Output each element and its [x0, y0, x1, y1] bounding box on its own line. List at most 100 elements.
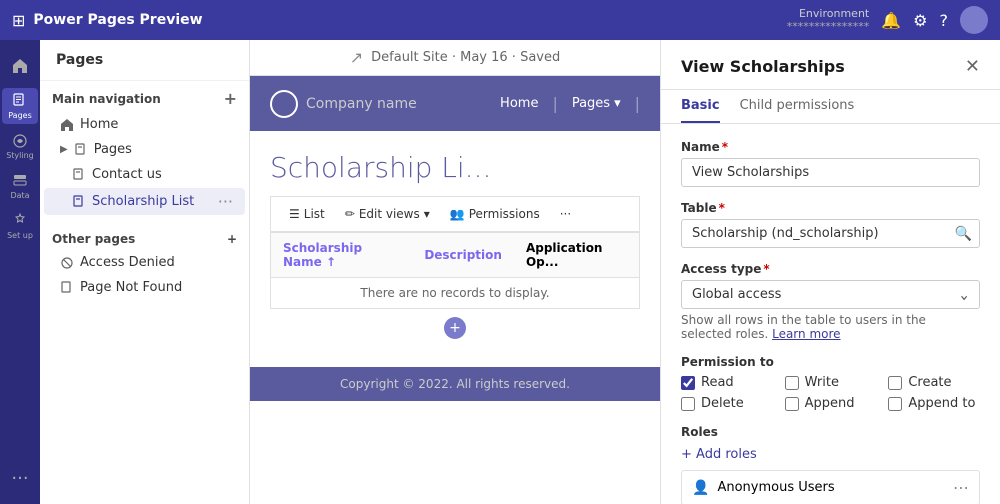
col-description[interactable]: Description — [412, 233, 514, 278]
table-label: Table * — [681, 201, 980, 215]
edit-views-icon: ✏ — [345, 207, 355, 221]
add-roles-btn[interactable]: + Add roles — [681, 447, 757, 462]
panel-title: View Scholarships — [681, 57, 845, 76]
sidebar-styling-label: Styling — [6, 151, 34, 160]
table-input[interactable] — [681, 219, 980, 248]
col-scholarship-name[interactable]: Scholarship Name ↑ — [271, 233, 413, 278]
nav-item-contact[interactable]: Contact us — [44, 163, 245, 186]
preview-topbar: ↗ Default Site · May 16 · Saved — [250, 40, 660, 76]
site-logo-circle — [270, 90, 298, 118]
page-icon-contact — [72, 168, 86, 182]
name-field-group: Name * — [681, 140, 980, 187]
role-anonymous-left: 👤 Anonymous Users — [692, 480, 835, 496]
close-panel-btn[interactable]: ✕ — [965, 56, 980, 77]
list-view-btn[interactable]: ☰ List — [279, 203, 335, 225]
role-anonymous-more[interactable]: ⋯ — [953, 478, 969, 497]
nav-notfound-label: Page Not Found — [80, 280, 233, 295]
sidebar-item-styling[interactable]: Styling — [2, 128, 38, 164]
avatar[interactable] — [960, 6, 988, 34]
sidebar-item-setup[interactable]: Set up — [2, 208, 38, 244]
table-input-wrap: 🔍 — [681, 219, 980, 248]
nav-item-page-not-found[interactable]: Page Not Found — [44, 276, 245, 299]
list-icon: ☰ — [289, 207, 300, 221]
table-search-icon: 🔍 — [955, 226, 972, 242]
perm-write-checkbox[interactable] — [785, 376, 799, 390]
add-main-nav-btn[interactable]: + — [224, 89, 237, 108]
pages-panel: Pages Main navigation + Home ▶ Pages Con… — [40, 40, 250, 504]
site-logo-text: Company name — [306, 96, 417, 112]
edit-views-btn[interactable]: ✏ Edit views ▾ — [335, 203, 440, 225]
name-label: Name * — [681, 140, 980, 154]
panel-tabs: Basic Child permissions — [661, 90, 1000, 124]
sidebar-item-pages[interactable]: Pages — [2, 88, 38, 124]
table-field-group: Table * 🔍 — [681, 201, 980, 248]
nav-item-scholarship-list[interactable]: Scholarship List ··· — [44, 188, 245, 215]
sidebar-item-home[interactable] — [2, 48, 38, 84]
perm-create-checkbox[interactable] — [888, 376, 902, 390]
col-application[interactable]: Application Op... — [514, 233, 640, 278]
grid-icon: ⊞ — [12, 11, 25, 30]
nav-item-pages[interactable]: ▶ Pages — [44, 138, 245, 161]
notification-icon[interactable]: 🔔 — [881, 11, 901, 30]
permission-to-label: Permission to — [681, 355, 980, 369]
add-other-page-btn[interactable]: + — [227, 232, 237, 246]
chevron-down-icon: ▾ — [614, 96, 621, 111]
sidebar-item-more[interactable]: ··· — [2, 460, 38, 496]
nav-item-home[interactable]: Home — [44, 113, 245, 136]
perm-append-checkbox[interactable] — [785, 397, 799, 411]
nav-item-access-denied[interactable]: Access Denied — [44, 251, 245, 274]
site-nav-pages[interactable]: Pages ▾ — [558, 96, 635, 111]
main-nav-header: Main navigation + — [40, 81, 249, 112]
preview-iframe: Company name Home | Pages ▾ | Scholarshi… — [250, 76, 660, 504]
perm-read-checkbox[interactable] — [681, 376, 695, 390]
icon-sidebar: Pages Styling Data Set up ··· — [0, 40, 40, 504]
page-icon-scholarship — [72, 195, 86, 209]
scroll-indicator: + — [270, 309, 640, 347]
home-icon — [60, 118, 74, 132]
sidebar-item-data[interactable]: Data — [2, 168, 38, 204]
perm-append-to-checkbox[interactable] — [888, 397, 902, 411]
sidebar-pages-label: Pages — [8, 111, 32, 120]
permissions-icon: 👥 — [450, 207, 465, 221]
scholarship-more-btn[interactable]: ··· — [218, 192, 233, 211]
role-anonymous-label: Anonymous Users — [717, 480, 834, 495]
perm-delete-checkbox[interactable] — [681, 397, 695, 411]
app-title: Power Pages Preview — [33, 12, 778, 28]
preview-back-icon[interactable]: ↗ — [350, 48, 363, 67]
records-table: Scholarship Name ↑ Description Applicati… — [270, 232, 640, 309]
no-records-msg: There are no records to display. — [271, 278, 640, 309]
page-icon — [74, 143, 88, 157]
sidebar-setup-label: Set up — [7, 231, 33, 240]
pages-panel-header: Pages — [40, 40, 249, 81]
table-required: * — [719, 201, 725, 215]
perm-append-to: Append to — [888, 396, 980, 411]
tab-basic[interactable]: Basic — [681, 90, 720, 123]
help-icon[interactable]: ? — [940, 11, 949, 30]
access-type-select[interactable]: Global access — [681, 280, 980, 309]
perm-write: Write — [785, 375, 877, 390]
right-panel-header: View Scholarships ✕ — [661, 40, 1000, 90]
tab-child-permissions[interactable]: Child permissions — [740, 90, 855, 123]
roles-section: Roles + Add roles 👤 Anonymous Users ⋯ 👤 … — [681, 425, 980, 504]
learn-more-link[interactable]: Learn more — [772, 327, 840, 341]
permission-to-group: Permission to Read Write Create — [681, 355, 980, 411]
more-options-btn[interactable]: ··· — [550, 203, 581, 225]
roles-label: Roles — [681, 425, 980, 439]
name-input[interactable] — [681, 158, 980, 187]
permissions-btn[interactable]: 👥 Permissions — [440, 203, 550, 225]
panel-body: Name * Table * 🔍 Access type — [661, 124, 1000, 504]
access-hint: Show all rows in the table to users in t… — [681, 313, 980, 341]
page-icon-access — [60, 256, 74, 270]
settings-icon[interactable]: ⚙ — [913, 11, 927, 30]
right-panel: View Scholarships ✕ Basic Child permissi… — [660, 40, 1000, 504]
edit-views-chevron: ▾ — [424, 207, 430, 221]
table-header-row: Scholarship Name ↑ Description Applicati… — [271, 233, 640, 278]
scroll-plus-btn[interactable]: + — [444, 317, 466, 339]
perm-write-label: Write — [805, 375, 839, 390]
name-required: * — [722, 140, 728, 154]
perm-append: Append — [785, 396, 877, 411]
chevron-icon: ▶ — [60, 144, 68, 155]
env-info: Environment *************** — [787, 7, 870, 33]
footer-text: Copyright © 2022. All rights reserved. — [340, 377, 570, 391]
site-nav-home[interactable]: Home — [486, 96, 552, 111]
